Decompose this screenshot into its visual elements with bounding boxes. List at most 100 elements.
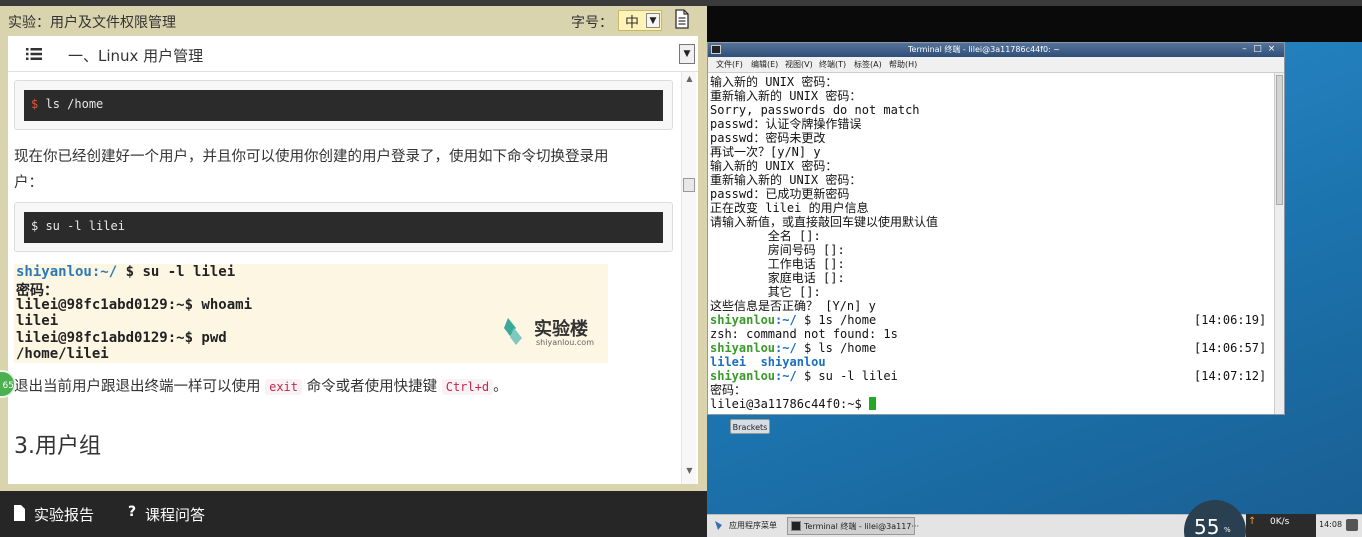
list-icon[interactable] xyxy=(26,48,42,60)
content-scrollbar[interactable]: ▲ ▼ xyxy=(681,72,696,484)
terminal-titlebar[interactable]: Terminal 终端 - lilei@3a11786c44f0: ~ – □ … xyxy=(708,43,1284,57)
lab-header: 实验：用户及文件权限管理 字号： 中 ▼ xyxy=(0,6,707,36)
ls-dir: shiyanlou xyxy=(760,355,826,369)
terminal-line: 输入新的 UNIX 密码： xyxy=(710,159,838,173)
taskbar-terminal-button[interactable]: Terminal 终端 - lilei@3a117··· xyxy=(787,517,919,535)
terminal-screenshot-image: shiyanlou:~/ $ su -l lilei 密码： lilei@98f… xyxy=(14,264,608,363)
code-block-inner: $ ls /home xyxy=(24,90,663,121)
toc-title: 一、Linux 用户管理 xyxy=(68,47,204,65)
terminal-output[interactable]: 输入新的 UNIX 密码： 重新输入新的 UNIX 密码： Sorry, pas… xyxy=(708,73,1274,414)
scroll-thumb[interactable] xyxy=(1276,75,1283,205)
app-menu-button[interactable]: 应用程序菜单 xyxy=(729,520,777,531)
terminal-scrollbar[interactable] xyxy=(1274,73,1284,414)
menu-file[interactable]: 文件(F) xyxy=(716,59,743,70)
top-edge xyxy=(707,0,1362,6)
screenshot-cmd: $ su -l lilei xyxy=(117,264,236,280)
document-icon[interactable] xyxy=(674,9,690,29)
lab-content: $ ls /home 现在你已经创建好一个用户，并且你可以使用你创建的用户登录了… xyxy=(8,72,698,484)
paragraph-text: 命令或者使用快捷键 xyxy=(306,379,438,395)
prompt-timestamp: [14:07:12] xyxy=(1194,369,1267,383)
tray-icon[interactable] xyxy=(1346,519,1358,531)
terminal-icon xyxy=(791,521,801,531)
terminal-prompt-line: shiyanlou:~/ $ ls /home xyxy=(710,341,876,355)
code-block-inner: $ su -l lilei xyxy=(24,212,663,243)
paragraph-line: 现在你已经创建好一个用户，并且你可以使用你创建的用户登录了，使用如下命令切换登录… xyxy=(14,149,609,165)
code-command: ls /home xyxy=(45,97,104,111)
terminal-line: 密码： xyxy=(710,383,747,397)
section-heading: 3.用户组 xyxy=(14,434,101,459)
gauge-unit: % xyxy=(1224,526,1231,534)
prompt-path: :~/ xyxy=(775,313,797,327)
chevron-down-icon[interactable]: ▼ xyxy=(679,44,695,64)
menu-help[interactable]: 帮助(H) xyxy=(889,59,917,70)
terminal-line: 房间号码 []: xyxy=(710,243,845,257)
desktop-top-bar xyxy=(707,0,1362,42)
terminal-line: zsh: command not found: 1s xyxy=(710,327,898,341)
screenshot-line: shiyanlou:~/ $ su -l lilei xyxy=(16,264,235,280)
scroll-thumb[interactable] xyxy=(683,178,695,192)
toc-bar[interactable]: 一、Linux 用户管理 ▼ xyxy=(8,36,698,72)
terminal-title: Terminal 终端 - lilei@3a11786c44f0: ~ xyxy=(908,45,1061,54)
menu-terminal[interactable]: 终端(T) xyxy=(819,59,846,70)
close-icon[interactable]: × xyxy=(1266,44,1277,55)
app-menu-icon[interactable] xyxy=(713,520,724,531)
terminal-line: 重新输入新的 UNIX 密码： xyxy=(710,89,862,103)
terminal-line: 家庭电话 []: xyxy=(710,271,845,285)
ls-dir: lilei xyxy=(710,355,747,369)
terminal-line: lilei shiyanlou xyxy=(710,355,826,369)
paragraph: 现在你已经创建好一个用户，并且你可以使用你创建的用户登录了，使用如下命令切换登录… xyxy=(14,144,674,196)
terminal-line: passwd：认证令牌操作错误 xyxy=(710,117,862,131)
paragraph: 退出当前用户跟退出终端一样可以使用 exit 命令或者使用快捷键 Ctrl+d。 xyxy=(14,374,674,400)
scroll-down-icon[interactable]: ▼ xyxy=(682,466,697,476)
paragraph-line: 户： xyxy=(14,175,43,191)
minimize-icon[interactable]: – xyxy=(1239,44,1250,55)
terminal-line: 输入新的 UNIX 密码： xyxy=(710,75,838,89)
final-prompt: lilei@3a11786c44f0:~$ xyxy=(710,397,869,411)
cursor xyxy=(868,397,876,410)
code-command: $ su -l lilei xyxy=(31,219,125,233)
code-line: $ ls /home xyxy=(31,97,103,111)
terminal-line: 请输入新值，或直接敲回车键以使用默认值 xyxy=(710,215,939,229)
paragraph-text: 。 xyxy=(493,379,508,395)
terminal-line: 再试一次？[y/N] y xyxy=(710,145,821,159)
terminal-line: Sorry, passwords do not match xyxy=(710,103,920,117)
font-size-select[interactable]: 中 ▼ xyxy=(618,10,662,31)
scroll-up-icon[interactable]: ▲ xyxy=(682,74,697,84)
shiyanlou-logo-url: shiyanlou.com xyxy=(536,338,594,347)
terminal-line: 工作电话 []: xyxy=(710,257,845,271)
prompt-cmd: $ 1s /home xyxy=(796,313,877,327)
screenshot-line: /home/lilei xyxy=(16,346,109,362)
terminal-icon xyxy=(711,45,721,54)
terminal-line: passwd：密码未更改 xyxy=(710,131,826,145)
report-icon[interactable] xyxy=(13,505,26,521)
screenshot-line: lilei@98fc1abd0129:~$ pwd xyxy=(16,330,227,346)
code-block: $ su -l lilei xyxy=(14,202,673,252)
prompt-cmd: $ ls /home xyxy=(796,341,877,355)
prompt-cmd: $ su -l lilei xyxy=(796,369,898,383)
upload-arrow-icon: ↑ xyxy=(1248,516,1257,527)
menu-tabs[interactable]: 标签(A) xyxy=(854,59,882,70)
maximize-icon[interactable]: □ xyxy=(1252,44,1263,55)
terminal-line: passwd：已成功更新密码 xyxy=(710,187,850,201)
terminal-line: 其它 []: xyxy=(710,285,821,299)
terminal-menubar: 文件(F) 编辑(E) 视图(V) 终端(T) 标签(A) 帮助(H) xyxy=(708,57,1284,73)
lab-report-link[interactable]: 实验报告 xyxy=(34,504,94,525)
clock: 14:08 xyxy=(1319,520,1343,529)
inline-code-exit: exit xyxy=(265,379,303,395)
brackets-desktop-icon[interactable]: Brackets xyxy=(730,419,770,434)
font-size-value: 中 xyxy=(625,15,639,31)
screenshot-user: shiyanlou xyxy=(16,264,92,280)
chevron-down-icon[interactable]: ▼ xyxy=(646,13,660,28)
menu-edit[interactable]: 编辑(E) xyxy=(751,59,778,70)
terminal-window[interactable]: Terminal 终端 - lilei@3a11786c44f0: ~ – □ … xyxy=(707,42,1285,415)
bottom-bar: 实验报告 ? 课程问答 xyxy=(0,491,707,537)
course-qa-link[interactable]: 课程问答 xyxy=(145,504,205,525)
lab-title: 实验：用户及文件权限管理 xyxy=(8,15,176,31)
terminal-prompt-line: shiyanlou:~/ $ 1s /home xyxy=(710,313,876,327)
screenshot-line: lilei@98fc1abd0129:~$ whoami xyxy=(16,297,253,313)
shiyanlou-logo-icon xyxy=(504,318,522,345)
terminal-current-line[interactable]: lilei@3a11786c44f0:~$ xyxy=(710,397,876,411)
question-icon[interactable]: ? xyxy=(128,504,136,520)
menu-view[interactable]: 视图(V) xyxy=(785,59,813,70)
prompt-timestamp: [14:06:19] xyxy=(1194,313,1267,327)
